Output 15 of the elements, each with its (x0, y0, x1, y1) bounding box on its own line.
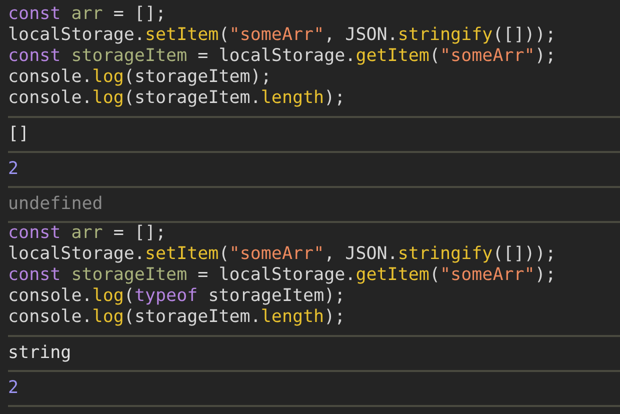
code-line: const arr = []; (8, 223, 166, 244)
code-line: const storageItem = localStorage.getItem("someArr"); (8, 46, 556, 67)
code-line: localStorage.setItem("someArr", JSON.stringify([])); (8, 244, 556, 265)
console-output: string (8, 343, 72, 364)
number-output: 2 (8, 378, 19, 399)
number-output: 2 (8, 159, 19, 180)
code-line: const storageItem = localStorage.getItem("someArr"); (8, 265, 556, 286)
console-output: [] (8, 124, 30, 145)
code-line: const arr = []; (8, 4, 166, 25)
code-line: console.log(storageItem); (8, 67, 272, 88)
code-line: console.log(typeof storageItem); (8, 286, 346, 307)
undefined-output: undefined (8, 194, 103, 215)
code-line: console.log(storageItem.length); (8, 88, 346, 109)
code-line: localStorage.setItem("someArr", JSON.stringify([])); (8, 25, 556, 46)
code-line: console.log(storageItem.length); (8, 307, 346, 328)
